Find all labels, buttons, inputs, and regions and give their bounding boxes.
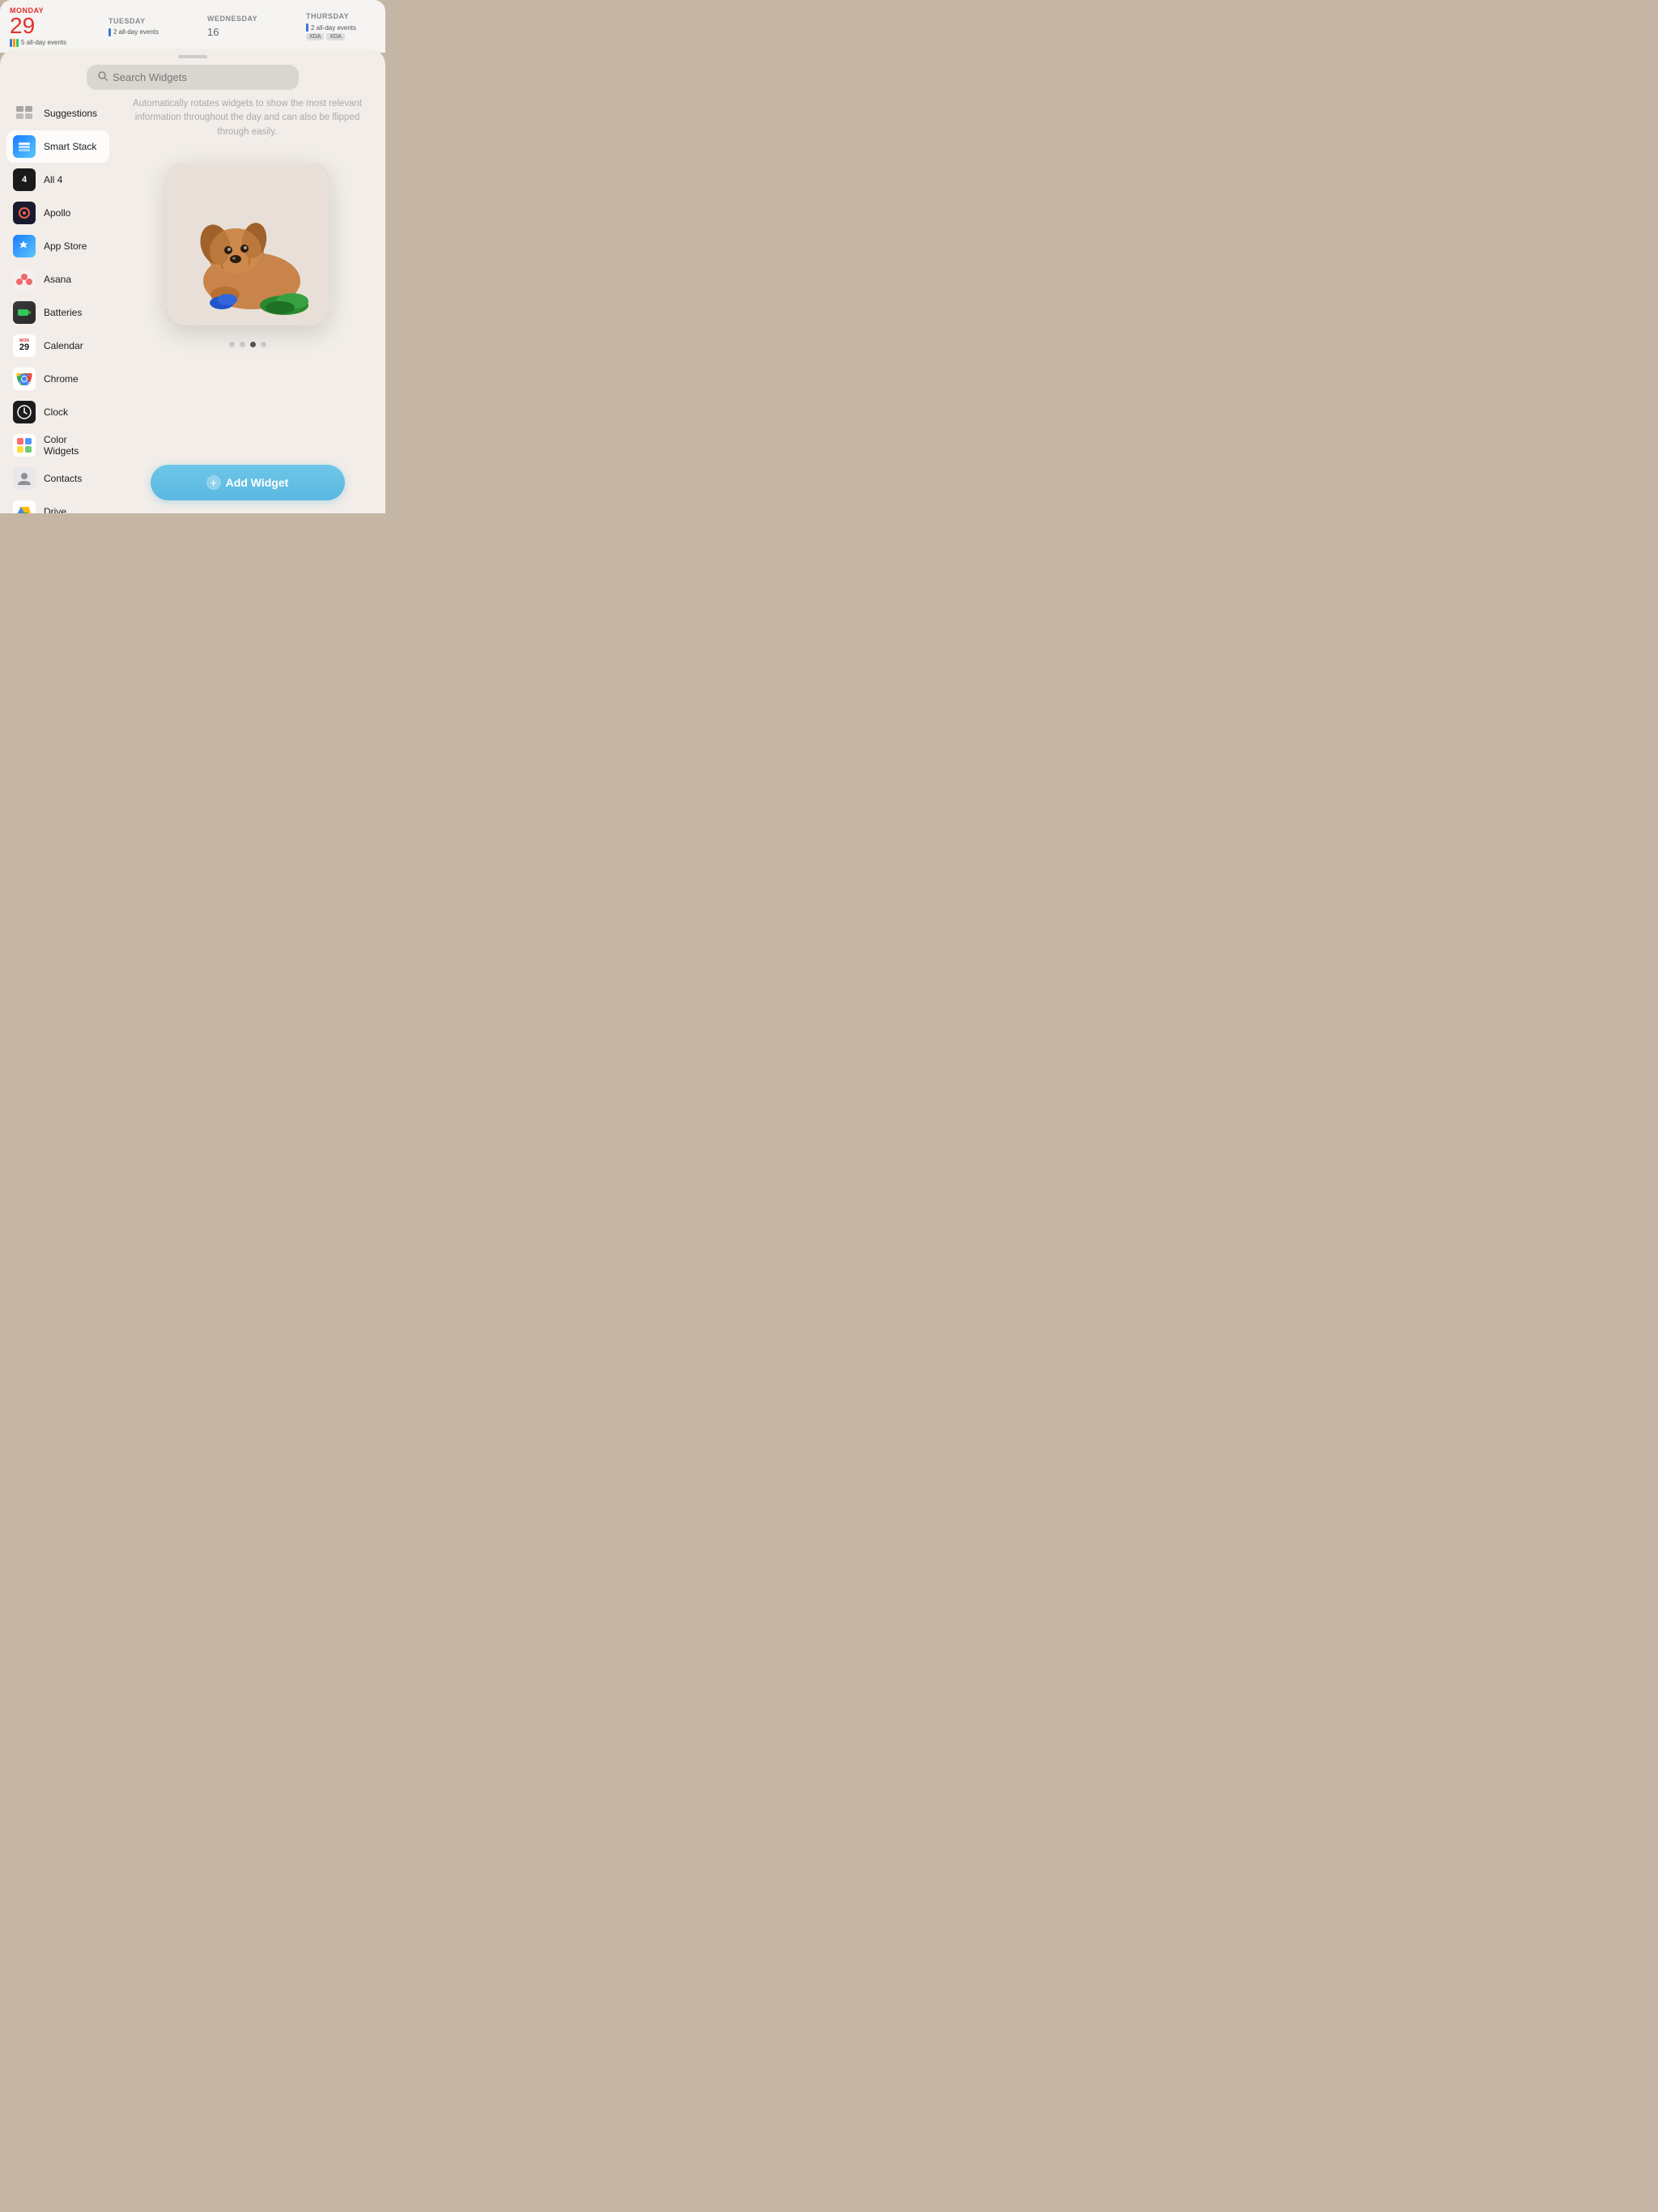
calendar-thursday: THURSDAY 2 all-day events XDA XDA: [306, 12, 379, 40]
calendar-monday: MONDAY 29 5 all-day events: [10, 6, 83, 47]
calendar-peek: MONDAY 29 5 all-day events TUESDAY 2 all…: [0, 0, 385, 53]
dog-image: [167, 164, 329, 325]
sidebar-item-label: Batteries: [44, 307, 82, 318]
widget-preview: [167, 164, 329, 325]
page-dots: [229, 342, 266, 347]
sidebar-item-batteries[interactable]: Batteries: [6, 296, 109, 329]
sidebar-item-color-widgets[interactable]: Color Widgets: [6, 429, 109, 462]
sidebar-item-all4[interactable]: 4 All 4: [6, 164, 109, 196]
clock-icon: [13, 401, 36, 423]
sidebar-item-chrome[interactable]: Chrome: [6, 363, 109, 395]
asana-icon: [13, 268, 36, 291]
suggestions-icon: [13, 102, 36, 125]
sidebar-item-contacts[interactable]: Contacts: [6, 462, 109, 495]
sidebar-item-suggestions[interactable]: Suggestions: [6, 97, 109, 130]
smart-stack-icon: [13, 135, 36, 158]
page-dot-2[interactable]: [240, 342, 245, 347]
sidebar-item-clock[interactable]: Clock: [6, 396, 109, 428]
sidebar-item-label: Clock: [44, 406, 68, 418]
widget-panel: Search Widgets Suggestions: [0, 49, 385, 513]
calendar-wednesday: WEDNESDAY 16: [207, 15, 280, 38]
colorwidgets-icon: [13, 434, 36, 457]
chrome-icon: [13, 368, 36, 390]
appstore-icon: [13, 235, 36, 257]
sidebar-item-label: Asana: [44, 274, 71, 285]
sidebar-item-label: Smart Stack: [44, 141, 96, 152]
page-dot-4[interactable]: [261, 342, 266, 347]
search-container: Search Widgets: [87, 65, 299, 90]
sidebar-item-label: App Store: [44, 240, 87, 252]
sidebar-item-label: All 4: [44, 174, 62, 185]
sidebar-item-label: Calendar: [44, 340, 83, 351]
batteries-icon: [13, 301, 36, 324]
thursday-events: 2 all-day events: [306, 23, 379, 32]
sidebar-item-label: Chrome: [44, 373, 79, 385]
contacts-icon: [13, 467, 36, 490]
add-widget-label: Add Widget: [226, 476, 289, 489]
sidebar-item-label: Drive: [44, 506, 66, 513]
calendar-tuesday: TUESDAY 2 all-day events: [108, 17, 181, 36]
wednesday-label: WEDNESDAY: [207, 15, 280, 23]
search-bar[interactable]: Search Widgets: [87, 65, 299, 90]
description-text: Automatically rotates widgets to show th…: [109, 97, 385, 139]
add-widget-button[interactable]: + Add Widget: [151, 465, 345, 500]
sidebar-item-calendar[interactable]: MON 29 Calendar: [6, 330, 109, 362]
apollo-icon: [13, 202, 36, 224]
plus-circle-icon: +: [206, 475, 221, 490]
content-area: Automatically rotates widgets to show th…: [109, 49, 385, 513]
page-dot-3[interactable]: [250, 342, 256, 347]
drag-handle[interactable]: [178, 55, 207, 58]
page-dot-1[interactable]: [229, 342, 235, 347]
sidebar-item-smart-stack[interactable]: Smart Stack: [6, 130, 109, 163]
sidebar-item-label: Apollo: [44, 207, 70, 219]
sidebar-item-app-store[interactable]: App Store: [6, 230, 109, 262]
thursday-label: THURSDAY: [306, 12, 379, 20]
sidebar: Suggestions Smart Stack 4 All 4: [0, 49, 109, 513]
search-icon: [98, 71, 108, 83]
monday-num: 29: [10, 15, 83, 37]
search-placeholder: Search Widgets: [113, 71, 187, 83]
drive-icon: [13, 500, 36, 513]
all4-icon: 4: [13, 168, 36, 191]
tuesday-label: TUESDAY: [108, 17, 181, 25]
tuesday-events: 2 all-day events: [108, 28, 181, 36]
calendar-icon: MON 29: [13, 334, 36, 357]
sidebar-item-label: Suggestions: [44, 108, 97, 119]
sidebar-item-apollo[interactable]: Apollo: [6, 197, 109, 229]
monday-events: 5 all-day events: [10, 39, 83, 47]
sidebar-item-asana[interactable]: Asana: [6, 263, 109, 296]
sidebar-item-label: Color Widgets: [44, 434, 103, 457]
sidebar-item-drive[interactable]: Drive: [6, 496, 109, 513]
sidebar-item-label: Contacts: [44, 473, 82, 484]
